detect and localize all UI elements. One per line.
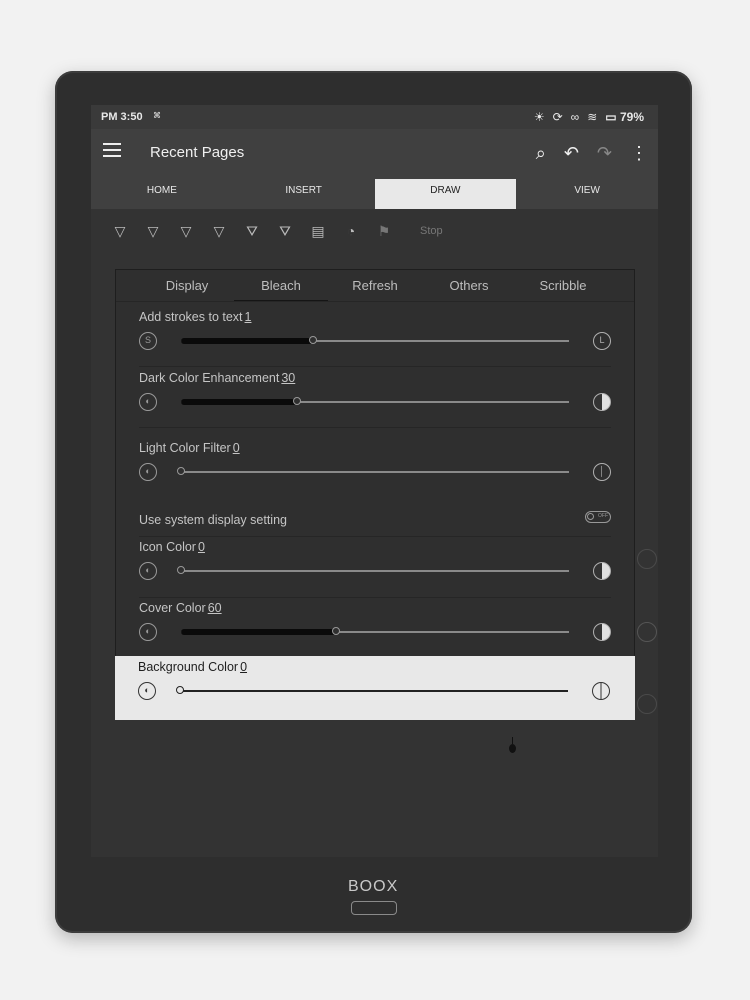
- setting-label: Add strokes to text 1: [139, 310, 252, 324]
- draw-toolbar: ▽ ▽ ▽ ▽ ⛛ ⛛ ▤ ◔ ⚑ Stop: [111, 219, 443, 243]
- low-contrast-icon: ◐: [139, 562, 157, 580]
- home-button[interactable]: [351, 901, 397, 915]
- refresh-mode-icon[interactable]: ⟳: [553, 109, 563, 125]
- dark-color-slider[interactable]: [181, 397, 569, 405]
- pen-tool-icon[interactable]: ▽: [144, 222, 162, 240]
- low-contrast-icon: ◐: [139, 623, 157, 641]
- background-color-row: Background Color 0 ◐: [115, 656, 635, 720]
- large-stroke-icon: L: [593, 332, 611, 350]
- setting-label: Icon Color 0: [139, 540, 205, 554]
- slider-handle[interactable]: [177, 467, 185, 475]
- tab-insert[interactable]: INSERT: [233, 179, 375, 209]
- setting-label: Light Color Filter 0: [139, 441, 240, 455]
- redo-icon[interactable]: ↷: [597, 143, 612, 164]
- tab-display[interactable]: Display: [140, 270, 234, 301]
- more-options-icon[interactable]: ⋮: [630, 143, 648, 164]
- filter-icon: [592, 682, 610, 700]
- low-contrast-icon: ◐: [138, 682, 156, 700]
- light-color-filter-slider[interactable]: [177, 467, 569, 475]
- toggle-label: Use system display setting: [139, 513, 287, 527]
- marker-tool-icon[interactable]: ⛛: [243, 222, 261, 240]
- side-home-button[interactable]: [637, 622, 657, 642]
- setting-background-color: Background Color 0 ◐: [138, 656, 610, 716]
- status-bar: PM 3:50 ⌘ ☀ ⟳ ∞ ≋ ▭ 79%: [91, 105, 658, 129]
- page-back-button[interactable]: [637, 549, 657, 569]
- setting-label: Dark Color Enhancement 30: [139, 371, 296, 385]
- app-notification-icon: ⌘: [153, 111, 161, 120]
- appbar-actions: ⌕ ↶ ↷ ⋮: [536, 143, 648, 164]
- high-contrast-icon: [593, 562, 611, 580]
- pen-tool-icon[interactable]: ▽: [177, 222, 195, 240]
- search-icon[interactable]: ⌕: [536, 143, 546, 164]
- menu-icon[interactable]: [103, 143, 121, 157]
- link-icon[interactable]: ∞: [571, 109, 580, 125]
- slider-handle[interactable]: [308, 336, 317, 344]
- tab-bleach[interactable]: Bleach: [234, 270, 328, 301]
- wifi-icon[interactable]: ≋: [587, 109, 597, 125]
- main-tabs: HOME INSERT DRAW VIEW: [91, 179, 658, 209]
- setting-label: Cover Color 60: [139, 601, 222, 615]
- setting-label: Background Color 0: [138, 660, 248, 674]
- filter-icon: │: [593, 463, 611, 481]
- marker-tool-icon[interactable]: ⛛: [276, 222, 294, 240]
- small-stroke-icon: S: [139, 332, 157, 350]
- low-contrast-icon: ◐: [139, 463, 157, 481]
- stylus-cursor: [509, 737, 516, 753]
- tab-others[interactable]: Others: [422, 270, 516, 301]
- page-title: Recent Pages: [150, 144, 245, 161]
- screen: PM 3:50 ⌘ ☀ ⟳ ∞ ≋ ▭ 79% Recent Pages ⌕ ↶…: [91, 105, 658, 857]
- brightness-icon[interactable]: ☀: [534, 109, 545, 125]
- stop-icon[interactable]: ⚑: [375, 222, 393, 240]
- highlighter-tool-icon[interactable]: ▤: [309, 222, 327, 240]
- divider: [139, 427, 611, 428]
- background-color-slider[interactable]: [176, 686, 568, 694]
- brand-logo: BOOX: [348, 878, 399, 895]
- setting-dark-color: Dark Color Enhancement 30 ◐: [139, 367, 611, 427]
- battery-indicator: ▭ 79%: [605, 110, 644, 124]
- tab-home[interactable]: HOME: [91, 179, 233, 209]
- slider-handle[interactable]: [332, 627, 341, 635]
- app-bar: Recent Pages ⌕ ↶ ↷ ⋮: [91, 129, 658, 179]
- slider-handle[interactable]: [293, 397, 302, 405]
- undo-icon[interactable]: ↶: [564, 143, 579, 164]
- cover-color-slider[interactable]: [181, 627, 569, 635]
- slider-handle[interactable]: [177, 566, 185, 574]
- add-strokes-slider[interactable]: [181, 336, 569, 344]
- icon-color-slider[interactable]: [177, 566, 569, 574]
- setting-icon-color: Icon Color 0 ◐: [139, 536, 611, 596]
- low-contrast-icon: ◐: [139, 393, 157, 411]
- setting-light-color-filter: Light Color Filter 0 ◐ │: [139, 437, 611, 497]
- page-forward-button[interactable]: [637, 694, 657, 714]
- status-time: PM 3:50: [101, 111, 143, 123]
- high-contrast-icon: [593, 393, 611, 411]
- system-display-toggle[interactable]: OFF: [585, 511, 611, 523]
- panel-tabs: Display Bleach Refresh Others Scribble: [116, 270, 634, 302]
- tab-draw[interactable]: DRAW: [374, 179, 517, 209]
- tab-refresh[interactable]: Refresh: [328, 270, 422, 301]
- pen-tool-icon[interactable]: ▽: [111, 222, 129, 240]
- stop-label: Stop: [420, 225, 443, 237]
- add-pen-icon[interactable]: ◔: [342, 222, 360, 240]
- system-display-setting-row: Use system display setting OFF: [139, 508, 611, 532]
- tab-scribble[interactable]: Scribble: [516, 270, 610, 301]
- bleach-settings-panel: Display Bleach Refresh Others Scribble A…: [115, 269, 635, 720]
- pen-tool-icon[interactable]: ▽: [210, 222, 228, 240]
- setting-cover-color: Cover Color 60 ◐: [139, 597, 611, 657]
- slider-handle[interactable]: [176, 686, 184, 694]
- status-icons: ☀ ⟳ ∞ ≋ ▭ 79%: [534, 109, 644, 125]
- tab-view[interactable]: VIEW: [516, 179, 658, 209]
- setting-add-strokes: Add strokes to text 1 S L: [139, 306, 611, 366]
- high-contrast-icon: [593, 623, 611, 641]
